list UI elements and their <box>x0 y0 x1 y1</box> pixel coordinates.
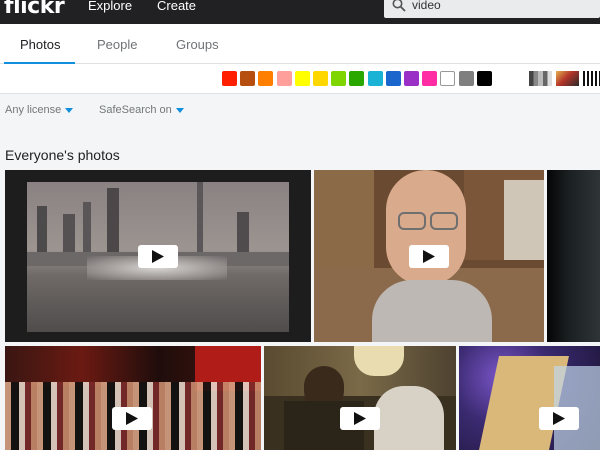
chevron-down-icon <box>65 107 74 113</box>
color-swatch[interactable] <box>222 71 237 86</box>
color-swatch[interactable] <box>476 71 492 86</box>
play-icon[interactable] <box>539 407 579 430</box>
search-icon[interactable] <box>392 0 406 12</box>
photo-man-webcam[interactable] <box>314 170 544 342</box>
play-triangle-icon <box>152 250 164 263</box>
shallow-depth-filter[interactable] <box>556 71 579 86</box>
play-icon[interactable] <box>409 245 449 268</box>
color-swatch[interactable] <box>276 71 292 86</box>
color-swatch[interactable] <box>331 71 347 86</box>
play-triangle-icon <box>423 250 435 263</box>
play-triangle-icon <box>126 412 138 425</box>
photo-party-lights[interactable] <box>459 346 600 450</box>
safesearch-dropdown[interactable]: SafeSearch on <box>99 104 184 116</box>
color-swatch[interactable] <box>294 71 310 86</box>
photo-city-skyline[interactable] <box>5 170 311 342</box>
play-triangle-icon <box>553 412 565 425</box>
search-input[interactable] <box>412 0 592 12</box>
search-box[interactable] <box>384 0 600 18</box>
top-bar: flickr Explore Create <box>0 0 600 24</box>
flickr-logo[interactable]: flickr <box>4 0 65 19</box>
nav-create[interactable]: Create <box>157 0 196 14</box>
color-swatch[interactable] <box>313 71 328 86</box>
license-label: Any license <box>5 104 62 116</box>
color-swatch[interactable] <box>422 71 438 86</box>
nav-explore[interactable]: Explore <box>88 0 132 14</box>
color-swatch[interactable] <box>385 71 401 86</box>
color-swatch[interactable] <box>240 71 256 86</box>
photo-crowd-stage[interactable] <box>5 346 261 450</box>
color-filter-bar <box>0 64 600 94</box>
section-title: Everyone's photos <box>5 147 120 163</box>
photo-people-couch[interactable] <box>264 346 456 450</box>
filter-row: Any license SafeSearch on <box>0 94 600 126</box>
color-swatch[interactable] <box>258 71 274 86</box>
play-triangle-icon <box>354 412 366 425</box>
tab-photos[interactable]: Photos <box>20 37 60 52</box>
pattern-filter[interactable] <box>583 71 600 86</box>
color-swatch[interactable] <box>367 71 383 86</box>
search-tabs: Photos People Groups <box>0 24 600 65</box>
tab-groups[interactable]: Groups <box>176 37 219 52</box>
chevron-down-icon <box>175 107 184 113</box>
photo-dark-partial[interactable] <box>547 170 600 342</box>
color-swatch[interactable] <box>458 71 474 86</box>
color-swatch[interactable] <box>349 71 365 86</box>
play-icon[interactable] <box>112 407 152 430</box>
license-dropdown[interactable]: Any license <box>5 104 74 116</box>
tab-people[interactable]: People <box>97 37 137 52</box>
greyscale-filter[interactable] <box>529 71 552 86</box>
play-icon[interactable] <box>138 245 178 268</box>
play-icon[interactable] <box>340 407 380 430</box>
safesearch-label: SafeSearch on <box>99 104 172 116</box>
color-swatch[interactable] <box>440 71 456 86</box>
color-swatch[interactable] <box>404 71 419 86</box>
